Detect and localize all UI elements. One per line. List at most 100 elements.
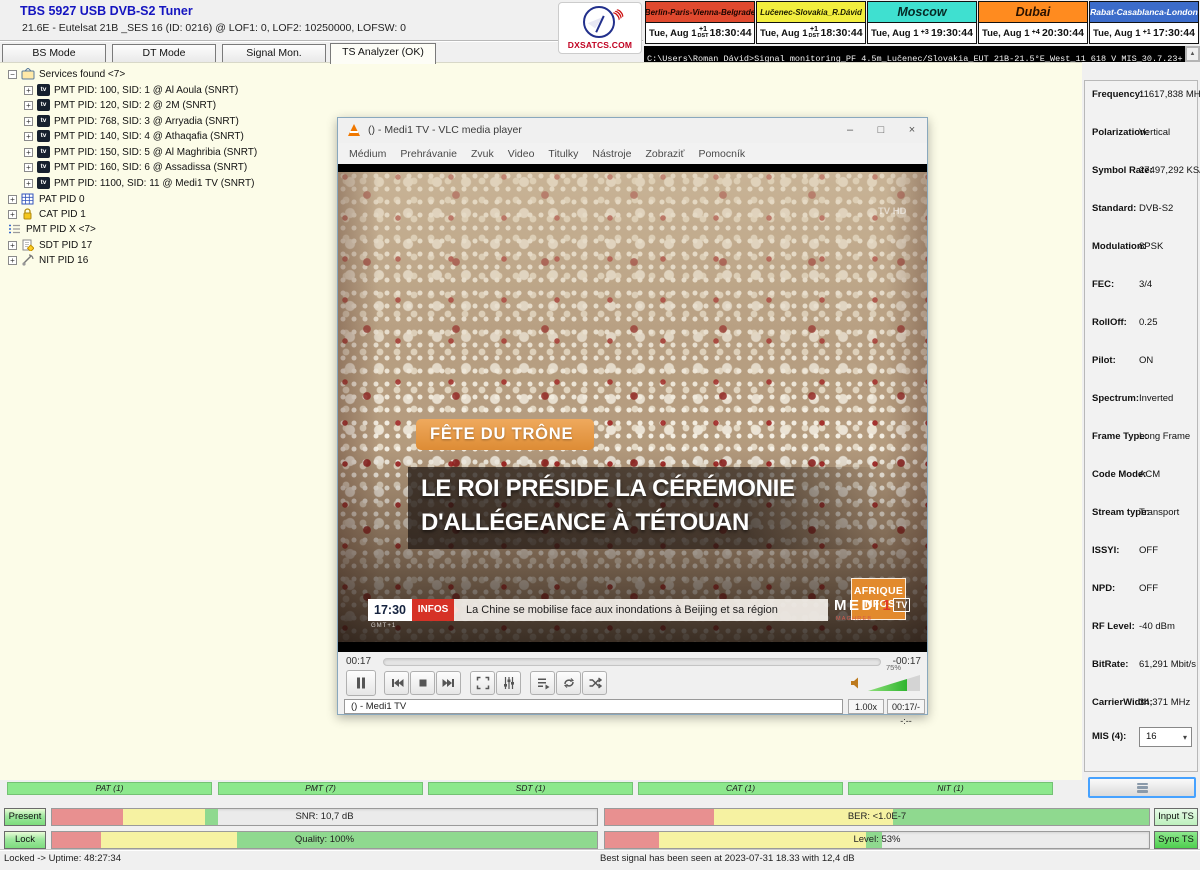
expander-icon[interactable]: −	[8, 70, 17, 79]
tree-node-nit[interactable]: + NIT PID 16	[8, 253, 88, 267]
tree-label: CAT PID 1	[39, 209, 86, 220]
tree-node-service[interactable]: + tv PMT PID: 100, SID: 1 @ Al Aoula (SN…	[24, 83, 238, 97]
header-divider	[0, 40, 643, 42]
stop-button[interactable]	[410, 671, 435, 695]
expander-icon[interactable]: +	[24, 148, 33, 157]
param-value: Transport	[1139, 507, 1179, 518]
present-indicator: Present	[4, 808, 46, 826]
menu-playback[interactable]: Prehrávanie	[393, 148, 464, 160]
statusbar-divider	[0, 849, 1200, 851]
tree-node-cat[interactable]: + CAT PID 1	[8, 207, 86, 221]
expander-icon[interactable]: +	[24, 163, 33, 172]
tab-ts-analyzer[interactable]: TS Analyzer (OK)	[330, 43, 436, 64]
param-value: ON	[1139, 355, 1153, 366]
ber-bar: BER: <1.0E-7	[604, 808, 1150, 826]
video-viewport[interactable]: TV HD FÊTE DU TRÔNE LE ROI PRÉSIDE LA CÉ…	[338, 164, 927, 652]
param-value: Long Frame	[1139, 431, 1190, 442]
playback-speed[interactable]: 1.00x	[848, 699, 884, 714]
snr-value: SNR: 10,7 dB	[52, 809, 597, 825]
menu-help[interactable]: Pomocník	[691, 148, 752, 160]
now-playing-field[interactable]: () - Medi1 TV	[344, 699, 843, 714]
transport-controls: 75%	[338, 670, 927, 698]
expander-icon[interactable]: +	[24, 117, 33, 126]
dxsatcs-logo: ))) DXSATCS.COM	[558, 2, 642, 54]
param-value: OFF	[1139, 583, 1158, 594]
tree-node-services-found[interactable]: − Services found <7>	[8, 67, 125, 81]
tab-bs-mode[interactable]: BS Mode	[2, 44, 106, 63]
tab-dt-mode[interactable]: DT Mode	[112, 44, 216, 63]
volume-icon[interactable]	[850, 676, 864, 690]
tree-node-sdt[interactable]: + SDT PID 17	[8, 238, 92, 252]
shuffle-button[interactable]	[582, 671, 607, 695]
menu-video[interactable]: Video	[501, 148, 542, 160]
ticker-tag: INFOS	[412, 599, 454, 621]
tab-signal-mon[interactable]: Signal Mon.	[222, 44, 326, 63]
lock-icon	[21, 208, 35, 220]
clock-lucenec: Lučenec-Slovakia_R.Dávid Tue, Aug 1+1DST…	[756, 1, 866, 44]
expander-icon[interactable]: +	[8, 256, 17, 265]
tree-node-service[interactable]: + tv PMT PID: 120, SID: 2 @ 2M (SNRT)	[24, 98, 216, 112]
param-value: 61,291 Mbit/s	[1139, 659, 1196, 670]
time-indicator[interactable]: 00:17/--:--	[887, 699, 925, 714]
volume-slider[interactable]	[868, 675, 920, 691]
tv-badge-icon: tv	[37, 161, 50, 173]
app-subtitle: 21.6E - Eutelsat 21B _SES 16 (ID: 0216) …	[22, 22, 406, 34]
antenna-icon	[21, 254, 35, 266]
expander-icon[interactable]: +	[8, 241, 17, 250]
extended-settings-button[interactable]	[496, 671, 521, 695]
playlist-button[interactable]	[530, 671, 555, 695]
tree-node-pat[interactable]: + PAT PID 0	[8, 192, 85, 206]
menu-medium[interactable]: Médium	[342, 148, 393, 160]
tree-label: PMT PID: 100, SID: 1 @ Al Aoula (SNRT)	[54, 85, 238, 96]
vlc-window-title: () - Medi1 TV - VLC media player	[368, 124, 522, 136]
tv-badge-icon: tv	[37, 99, 50, 111]
tree-node-pmt-x[interactable]: PMT PID X <7>	[8, 222, 96, 236]
vlc-titlebar[interactable]: () - Medi1 TV - VLC media player – □ ×	[338, 118, 927, 143]
close-icon[interactable]: ×	[897, 118, 927, 143]
tree-node-service[interactable]: + tv PMT PID: 140, SID: 4 @ Athaqafia (S…	[24, 129, 244, 143]
fullscreen-button[interactable]	[470, 671, 495, 695]
next-button[interactable]	[436, 671, 461, 695]
maximize-icon[interactable]: □	[866, 118, 896, 143]
param-value: ACM	[1139, 469, 1160, 480]
menu-subtitles[interactable]: Titulky	[541, 148, 585, 160]
tree-node-service[interactable]: + tv PMT PID: 1100, SID: 11 @ Medi1 TV (…	[24, 176, 254, 190]
tree-label: PMT PID: 160, SID: 6 @ Assadissa (SNRT)	[54, 162, 247, 173]
expander-icon[interactable]: +	[24, 86, 33, 95]
expander-icon[interactable]: +	[8, 195, 17, 204]
clock-time: 18:30:44	[710, 27, 752, 39]
pmt-indicator: PMT (7)	[218, 782, 423, 795]
expander-icon[interactable]: +	[24, 101, 33, 110]
quality-value: Quality: 100%	[52, 832, 597, 848]
param-value: 11617,838 MHz	[1139, 89, 1200, 100]
topic-banner: FÊTE DU TRÔNE	[416, 419, 594, 450]
clock-label: Dubai	[979, 2, 1087, 23]
expander-icon[interactable]: +	[24, 132, 33, 141]
volume-percent: 75%	[886, 663, 901, 672]
menu-audio[interactable]: Zvuk	[464, 148, 501, 160]
ts-list-button[interactable]	[1088, 777, 1196, 798]
seek-slider[interactable]	[383, 658, 881, 666]
pause-button[interactable]	[346, 670, 376, 696]
scroll-up-icon[interactable]: ▲	[1186, 47, 1199, 61]
channel-watermark: TV HD	[878, 206, 907, 217]
expander-icon[interactable]: +	[24, 179, 33, 188]
tree-node-service[interactable]: + tv PMT PID: 160, SID: 6 @ Assadissa (S…	[24, 160, 247, 174]
previous-button[interactable]	[384, 671, 409, 695]
tree-node-service[interactable]: + tv PMT PID: 768, SID: 3 @ Arryadia (SN…	[24, 114, 239, 128]
mis-dropdown[interactable]: 16▾	[1139, 727, 1192, 747]
clock-label: Rabat-Casablanca-London	[1090, 2, 1198, 23]
minimize-icon[interactable]: –	[835, 118, 865, 143]
tv-badge-icon: tv	[37, 115, 50, 127]
clock-berlin: Berlin-Paris-Vienna-Belgrade Tue, Aug 1+…	[645, 1, 755, 44]
menu-view[interactable]: Zobraziť	[638, 148, 691, 160]
loop-button[interactable]	[556, 671, 581, 695]
level-value: Level: 53%	[605, 832, 1149, 848]
tv-badge-icon: tv	[37, 84, 50, 96]
headline-band: LE ROI PRÉSIDE LA CÉRÉMONIE D'ALLÉGEANCE…	[408, 467, 882, 549]
tree-label: NIT PID 16	[39, 255, 88, 266]
tbs-tuner-app: TBS 5927 USB DVB-S2 Tuner 21.6E - Eutels…	[0, 0, 1200, 870]
menu-tools[interactable]: Nástroje	[585, 148, 638, 160]
tree-node-service[interactable]: + tv PMT PID: 150, SID: 5 @ Al Maghribia…	[24, 145, 257, 159]
expander-icon[interactable]: +	[8, 210, 17, 219]
